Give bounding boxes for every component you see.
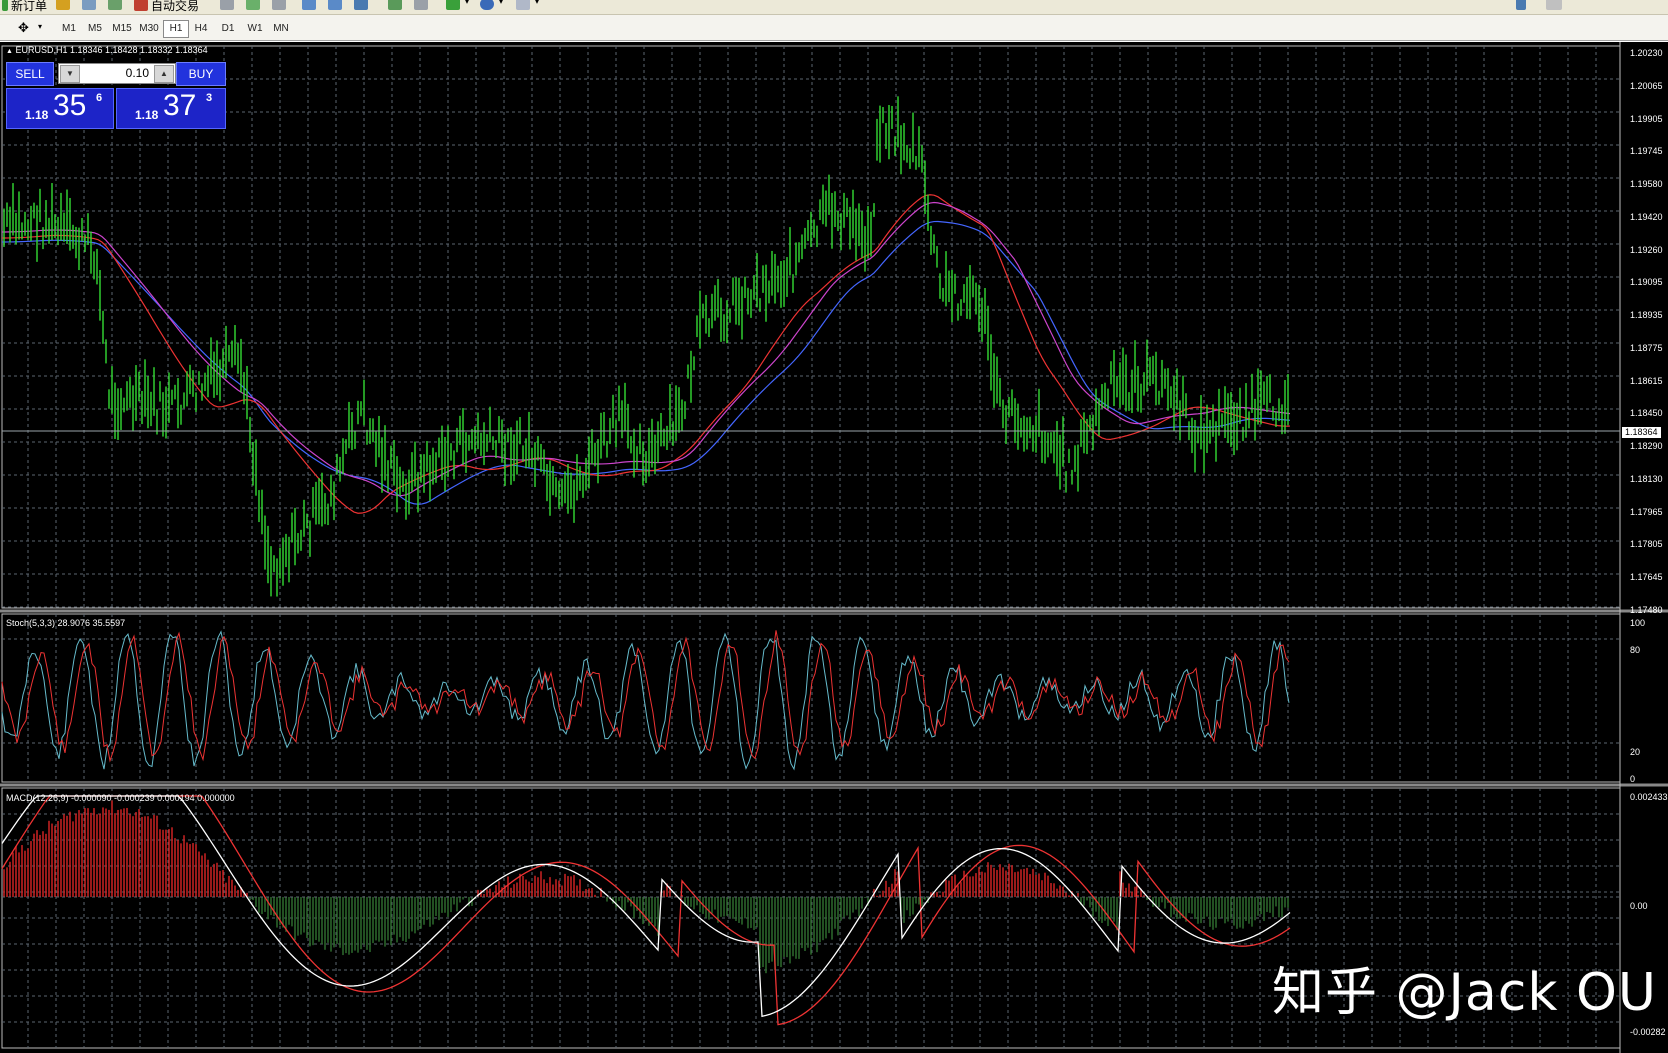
ask-quote[interactable]: 1.18 37 3 xyxy=(116,88,226,129)
chart-canvas[interactable] xyxy=(0,42,1668,1053)
autotrading-label: 自动交易 xyxy=(151,0,200,13)
price-axis-label: 1.17480 xyxy=(1630,605,1663,615)
chart-shift-icon[interactable] xyxy=(388,0,402,10)
price-axis-label: 1.18290 xyxy=(1630,441,1663,452)
price-axis-label: 1.18130 xyxy=(1630,473,1663,484)
timeframe-m30[interactable]: M30 xyxy=(137,21,161,37)
price-axis-label: 1.19745 xyxy=(1630,146,1663,157)
volume-value[interactable]: 0.10 xyxy=(126,66,149,80)
buy-button[interactable]: BUY xyxy=(176,62,226,86)
crosshair-tool-icon[interactable]: ✥ xyxy=(18,20,29,36)
stochastic-header: Stoch(5,3,3) 28.9076 35.5597 xyxy=(6,618,126,628)
stoch-level-20: 20 xyxy=(1630,747,1641,757)
macd-histogram xyxy=(3,800,1289,974)
volume-field[interactable]: ▼ 0.10 ▲ xyxy=(58,63,176,84)
zoom-out-icon[interactable] xyxy=(328,0,342,10)
macd-axis-top: 0.002433 xyxy=(1630,792,1668,802)
tool-dropdown-icon[interactable]: ▾ xyxy=(38,22,42,31)
price-axis-label: 1.19260 xyxy=(1630,244,1663,255)
bid-prefix: 1.18 xyxy=(25,108,49,122)
bid-quote[interactable]: 1.18 35 6 xyxy=(6,88,114,129)
main-toolbar: 新订单 自动交易 ▾ ▾ ▾ xyxy=(0,0,1668,15)
price-axis-label: 1.18775 xyxy=(1630,342,1663,353)
macd-header: MACD(12,26,9) -0.000090 -0.000239 0.0001… xyxy=(6,793,235,803)
price-axis-label: 1.20230 xyxy=(1630,48,1663,58)
price-axis-label: 1.20065 xyxy=(1630,80,1663,91)
price-axis-label: 1.17805 xyxy=(1630,539,1663,550)
ask-prefix: 1.18 xyxy=(135,108,159,122)
price-axis-label: 1.19905 xyxy=(1630,113,1663,124)
stoch-level-0: 0 xyxy=(1630,774,1636,784)
price-axis-label: 1.18935 xyxy=(1630,310,1663,321)
timeframe-m15[interactable]: M15 xyxy=(110,21,134,37)
new-order-label: 新订单 xyxy=(11,0,48,13)
stochastic-main-line xyxy=(1,630,1290,771)
macd-axis-bottom: -0.00282 xyxy=(1630,1027,1666,1037)
new-order-button[interactable]: 新订单 xyxy=(2,0,48,13)
timeframe-toolbar: ✥ ▾ M1 M5 M15 M30 H1 H4 D1 W1 MN xyxy=(0,15,1668,41)
watermark: 知乎 @Jack OU xyxy=(1272,963,1657,1023)
autoscroll-icon[interactable] xyxy=(414,0,428,10)
metaeditor-icon[interactable] xyxy=(56,0,70,10)
price-axis-label: 1.18615 xyxy=(1630,375,1663,386)
tile-windows-icon[interactable] xyxy=(354,0,368,10)
symbol-marker-icon: ▲ xyxy=(6,48,13,55)
periods-dropdown-icon[interactable]: ▾ xyxy=(499,0,503,6)
stoch-level-80: 80 xyxy=(1630,645,1641,655)
price-axis-label: 1.18450 xyxy=(1630,408,1663,419)
timeframe-mn[interactable]: MN xyxy=(269,21,293,37)
stoch-level-100: 100 xyxy=(1630,618,1646,628)
templates-dropdown-icon[interactable]: ▾ xyxy=(535,0,539,6)
indicators-dropdown-icon[interactable]: ▾ xyxy=(465,0,469,6)
main-chart-panel xyxy=(1,45,1621,609)
autotrading-button[interactable]: 自动交易 xyxy=(134,0,200,13)
volume-up-icon[interactable]: ▲ xyxy=(154,65,174,83)
timeframe-h1[interactable]: H1 xyxy=(163,20,189,38)
current-price-tag: 1.18364 xyxy=(1622,427,1661,438)
ask-sup-digit: 3 xyxy=(206,92,213,104)
main-chart-header-text: EURUSD,H1 1.18346 1.18428 1.18332 1.1836… xyxy=(15,45,208,55)
one-click-trading-panel: SELL ▼ 0.10 ▲ BUY 1.18 35 6 1.18 37 3 xyxy=(6,62,226,129)
bid-big-digits: 35 xyxy=(53,89,87,122)
zoom-in-icon[interactable] xyxy=(302,0,316,10)
new-order-icon xyxy=(2,0,8,11)
indicators-icon[interactable] xyxy=(446,0,460,10)
timeframe-d1[interactable]: D1 xyxy=(216,21,240,37)
timeframe-m1[interactable]: M1 xyxy=(57,21,81,37)
candlestick-chart-icon[interactable] xyxy=(246,0,260,10)
sell-button[interactable]: SELL xyxy=(6,62,54,86)
ask-big-digits: 37 xyxy=(163,89,197,122)
price-axis-label: 1.17965 xyxy=(1630,506,1663,517)
globe-icon[interactable] xyxy=(108,0,122,10)
price-axis-label: 1.19580 xyxy=(1630,179,1663,190)
price-axis-label: 1.19420 xyxy=(1630,211,1663,222)
bid-sup-digit: 6 xyxy=(96,92,103,104)
price-axis-label: 1.17645 xyxy=(1630,572,1663,583)
chat-icon[interactable] xyxy=(1546,0,1562,10)
timeframe-w1[interactable]: W1 xyxy=(243,21,267,37)
search-icon[interactable] xyxy=(1516,0,1526,10)
autotrading-icon xyxy=(134,0,148,11)
templates-icon[interactable] xyxy=(516,0,530,10)
timeframe-h4[interactable]: H4 xyxy=(189,21,213,37)
periods-icon[interactable] xyxy=(480,0,494,10)
volume-down-icon[interactable]: ▼ xyxy=(60,65,80,83)
macd-axis-zero: 0.00 xyxy=(1630,901,1648,911)
line-chart-icon[interactable] xyxy=(272,0,286,10)
timeframe-m5[interactable]: M5 xyxy=(83,21,107,37)
people-icon[interactable] xyxy=(82,0,96,10)
main-chart-header: ▲ EURUSD,H1 1.18346 1.18428 1.18332 1.18… xyxy=(6,45,208,55)
price-axis-label: 1.19095 xyxy=(1630,277,1663,288)
stochastic-signal-line xyxy=(1,630,1290,763)
bar-chart-icon[interactable] xyxy=(220,0,234,10)
